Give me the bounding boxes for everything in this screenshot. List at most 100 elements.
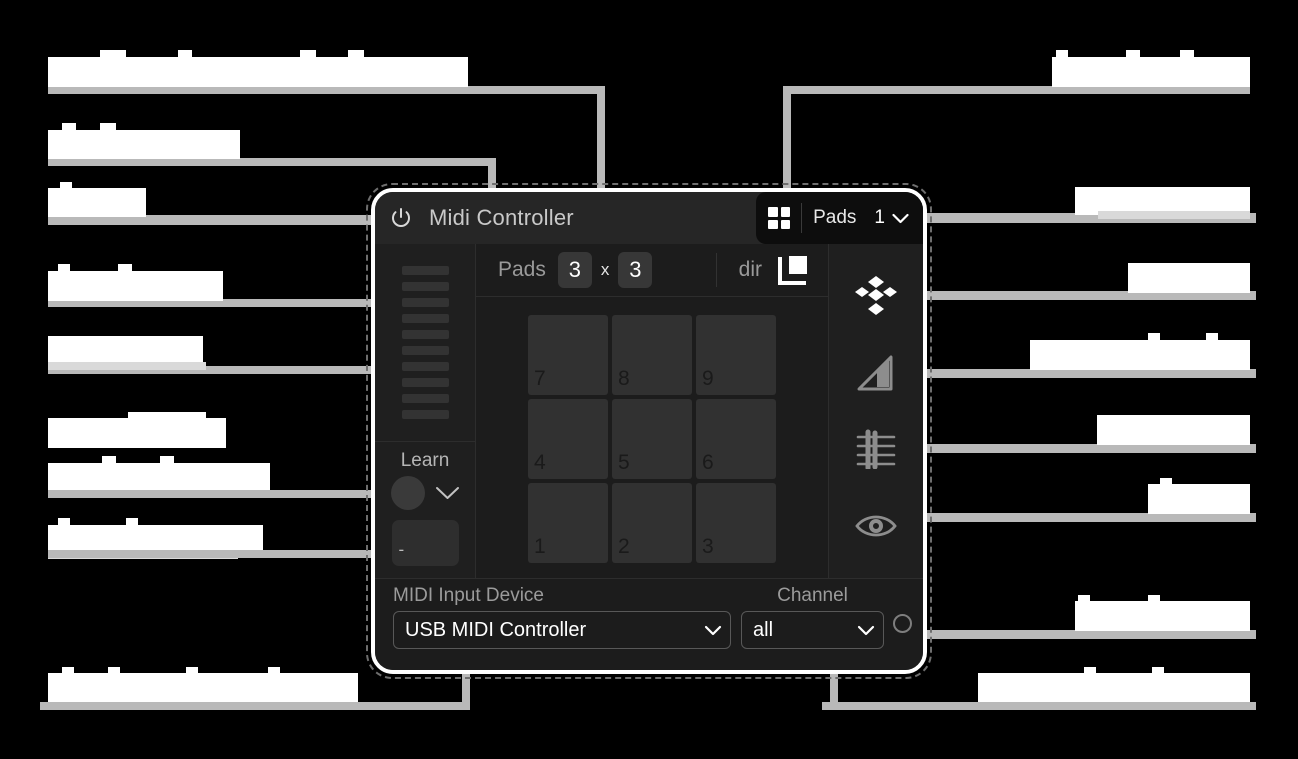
pad-label: 9 [702, 367, 714, 390]
annotation-label-midi-channel-asc2 [1152, 667, 1164, 675]
pad-count-label: Pads [813, 207, 857, 228]
tool-rail [828, 244, 923, 578]
leader-line-input-device [40, 702, 470, 710]
annotation-label-midi-learn-line1-asc [128, 412, 206, 420]
leader-line-visibility [893, 513, 1256, 522]
midi-channel-value: all [753, 618, 774, 641]
pad-columns-stepper[interactable]: 3 [557, 252, 592, 288]
pad-direction-group: dir [717, 253, 828, 287]
annotation-label-alignment [1097, 415, 1250, 445]
annotation-label-input-meter-asc2 [118, 264, 132, 274]
leader-line-midi-channel [822, 702, 1256, 710]
fader-segment [401, 266, 449, 275]
annotation-label-note-indicator-asc [58, 518, 70, 528]
plugin-title-bar: Midi Controller Pads 1 [375, 192, 923, 244]
leader-line-midi-indicator [900, 630, 1256, 639]
leader-line-pad-direction [783, 86, 1250, 94]
annotation-label-on-off [48, 188, 146, 217]
midi-channel-field: Channel all [741, 585, 884, 649]
leader-line-plugin-name [48, 158, 496, 166]
learn-control-row [390, 476, 460, 510]
pad-button[interactable]: 4 [528, 399, 608, 479]
annotation-label-input-device-asc2 [108, 667, 120, 675]
annotation-label-midi-learn-line1 [48, 418, 226, 448]
pad-rows-stepper[interactable]: 3 [618, 252, 653, 288]
annotation-label-pad-direction-asc [1056, 50, 1068, 60]
midi-input-device-select[interactable]: USB MIDI Controller [393, 611, 731, 649]
fader-segment [401, 282, 449, 291]
annotation-label-layers [1128, 263, 1250, 293]
midi-input-device-field: MIDI Input Device USB MIDI Controller [393, 585, 731, 649]
pad-label: 4 [534, 451, 546, 474]
midi-input-device-label: MIDI Input Device [393, 585, 544, 606]
annotation-label-pad-grid-height-asc [100, 50, 126, 60]
velocity-ramp-icon[interactable] [852, 349, 900, 397]
eye-visibility-icon[interactable] [852, 502, 900, 550]
annotation-label-midi-learn-line2-asc [102, 456, 116, 465]
alignment-lines-icon[interactable] [852, 425, 900, 473]
annotation-label-pad-direction [1052, 57, 1250, 87]
fader-segment [401, 410, 449, 419]
chevron-down-icon[interactable] [892, 213, 909, 224]
fader-segment [401, 314, 449, 323]
page-title: Midi Controller [429, 205, 574, 230]
pad-label: 7 [534, 367, 546, 390]
annotation-label-input-meter-asc [58, 264, 70, 274]
pad-button[interactable]: 8 [612, 315, 692, 395]
annotation-label-pad-button-desc [48, 362, 206, 370]
center-column: Pads 3 x 3 dir 7 8 9 4 5 6 1 2 3 [476, 244, 828, 578]
midi-channel-select[interactable]: all [741, 611, 884, 649]
pad-grid: 7 8 9 4 5 6 1 2 3 [528, 315, 776, 563]
pad-button[interactable]: 6 [696, 399, 776, 479]
annotation-label-plugin-name-asc [62, 123, 76, 133]
annotation-label-midi-indicator-asc2 [1148, 595, 1160, 603]
titlebar-divider [801, 203, 803, 233]
annotation-label-pad-grid-height-asc3 [300, 50, 316, 60]
annotation-label-pad-grid-height-asc4 [348, 50, 364, 60]
annotation-label-note-indicator-asc2 [126, 518, 138, 528]
midi-channel-label: Channel [777, 585, 848, 606]
pad-button[interactable]: 3 [696, 483, 776, 563]
annotation-label-input-device [48, 673, 358, 703]
pad-label: 8 [618, 367, 630, 390]
pad-button[interactable]: 1 [528, 483, 608, 563]
annotation-label-midi-learn-line2 [48, 463, 270, 492]
annotation-label-pad-grid-height-asc2 [178, 50, 192, 60]
annotation-label-midi-learn-line2-asc2 [160, 456, 174, 465]
pad-button[interactable]: 9 [696, 315, 776, 395]
input-meter-fader[interactable] [375, 244, 475, 442]
annotation-label-visibility-asc [1160, 478, 1172, 486]
annotation-label-input-meter [48, 271, 223, 301]
annotation-label-sensitivity-asc2 [1206, 333, 1218, 342]
annotation-label-pad-direction-asc2 [1126, 50, 1140, 60]
leader-line-pad-grid-height [48, 86, 604, 94]
midi-learn-section: Learn - [375, 442, 475, 578]
fader-segment [401, 298, 449, 307]
fader-segment [401, 362, 449, 371]
dir-label: dir [738, 258, 762, 281]
pad-label: 5 [618, 451, 630, 474]
learn-label: Learn [400, 450, 450, 471]
pad-button[interactable]: 2 [612, 483, 692, 563]
grid-layout-icon[interactable] [768, 207, 791, 229]
fader-segment [401, 394, 449, 403]
pad-grid-parameter-bar: Pads 3 x 3 dir [476, 244, 828, 297]
annotation-label-midi-indicator-asc [1078, 595, 1090, 603]
note-indicator-display: - [391, 520, 459, 566]
pad-button[interactable]: 5 [612, 399, 692, 479]
learn-knob[interactable] [390, 476, 425, 510]
chevron-down-icon [857, 625, 875, 635]
annotation-label-on-off-asc [60, 182, 72, 190]
pads-label: Pads [498, 258, 546, 281]
annotation-label-plugin-name [48, 130, 240, 159]
direction-corner-icon[interactable] [776, 253, 810, 287]
pad-button[interactable]: 7 [528, 315, 608, 395]
leader-line-alignment [893, 444, 1256, 453]
pad-grid-area: 7 8 9 4 5 6 1 2 3 [476, 297, 828, 578]
power-icon[interactable] [389, 206, 413, 230]
midi-io-footer: MIDI Input Device USB MIDI Controller Ch… [375, 578, 923, 670]
pad-count-value[interactable]: 1 [874, 207, 885, 229]
layers-stack-icon[interactable] [852, 272, 900, 320]
chevron-down-icon[interactable] [435, 486, 460, 500]
annotation-label-midi-channel [978, 673, 1250, 703]
